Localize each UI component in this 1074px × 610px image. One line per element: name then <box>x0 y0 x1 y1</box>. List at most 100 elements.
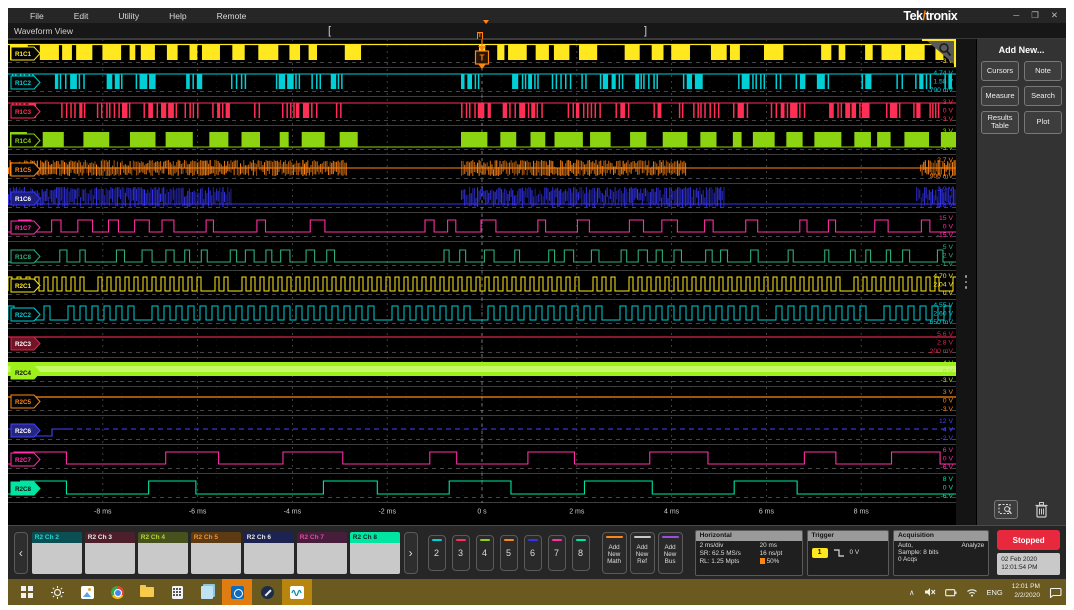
channel-button-5[interactable]: 5 <box>500 535 518 571</box>
close-button[interactable]: ✕ <box>1051 10 1058 21</box>
channel-button-label: 2 <box>434 548 439 558</box>
add-new-sidebar: Add New... CursorsNoteMeasureSearchResul… <box>976 39 1066 525</box>
add-new-plot-button[interactable]: Plot <box>1024 111 1062 134</box>
time-label: 12:01:54 PM <box>1001 564 1060 572</box>
chrome-icon[interactable] <box>102 579 132 605</box>
photos-app-icon[interactable] <box>72 579 102 605</box>
outlook-icon[interactable] <box>222 579 252 605</box>
channel-tab[interactable]: R2 Ch 5 <box>191 532 241 574</box>
add-new-measure-button[interactable]: Measure <box>981 86 1019 106</box>
channel-badge-R2C3[interactable]: R2C3 <box>11 337 40 350</box>
horizontal-panel[interactable]: Horizontal 2 ms/div20 msSR: 62.5 MS/s16 … <box>695 530 803 576</box>
svg-text:R1C3: R1C3 <box>15 109 32 116</box>
add-new-cursors-button[interactable]: Cursors <box>981 61 1019 81</box>
channel-badge-R1C8[interactable]: R1C8 <box>11 250 40 263</box>
add-new-ref-button[interactable]: Add New Ref <box>630 532 655 574</box>
channel-button-7[interactable]: 7 <box>548 535 566 571</box>
action-center-icon[interactable] <box>1049 587 1062 598</box>
scale-label: 4 V <box>943 360 954 367</box>
restore-button[interactable]: ❐ <box>1031 10 1039 21</box>
zoom-select-button[interactable] <box>994 500 1018 519</box>
channel-button-8[interactable]: 8 <box>572 535 590 571</box>
trigger-panel[interactable]: Trigger 1 0 V <box>807 530 889 576</box>
channel-button-6[interactable]: 6 <box>524 535 542 571</box>
channel-tab[interactable]: R2 Ch 4 <box>138 532 188 574</box>
network-icon[interactable] <box>966 587 978 597</box>
channel-badge-R1C2[interactable]: R1C2 <box>11 76 40 89</box>
channel-button-3[interactable]: 3 <box>452 535 470 571</box>
menu-item-file[interactable]: File <box>30 11 44 21</box>
add-new-results-table-button[interactable]: Results Table <box>981 111 1019 134</box>
menu-item-help[interactable]: Help <box>169 11 186 21</box>
channel-tab[interactable]: R2 Ch 8 <box>350 532 400 574</box>
channel-tab[interactable]: R2 Ch 3 <box>85 532 135 574</box>
time-axis-label: -8 ms <box>94 509 112 516</box>
channel-tab-label: R2 Ch 6 <box>244 532 294 543</box>
channel-badge-R1C5[interactable]: R1C5 <box>11 163 40 176</box>
acquisition-panel[interactable]: Acquisition Auto, Analyze Sample: 8 bits… <box>893 530 989 576</box>
menu-item-remote[interactable]: Remote <box>217 11 247 21</box>
add-new-search-button[interactable]: Search <box>1024 86 1062 106</box>
scale-label: 0 V <box>943 456 954 463</box>
channel-badge-R2C8[interactable]: R2C8 <box>11 482 40 495</box>
run-state-column: Stopped 02 Feb 2020 12:01:54 PM <box>997 530 1060 575</box>
svg-text:R1C8: R1C8 <box>15 254 32 261</box>
pen-app-icon[interactable] <box>252 579 282 605</box>
right-expansion-bracket[interactable]: ] <box>644 25 647 37</box>
file-explorer-icon[interactable] <box>132 579 162 605</box>
waveform-plot: R1C1-3 VR1C24.74 V1.58 V-790 mVR1C33 V0 … <box>8 39 956 518</box>
start-button[interactable] <box>12 579 42 605</box>
panel-splitter-handle[interactable] <box>956 39 976 525</box>
minimize-button[interactable]: ─ <box>1013 10 1019 21</box>
add-new-bus-button[interactable]: Add New Bus <box>658 532 683 574</box>
calculator-icon[interactable] <box>162 579 192 605</box>
menu-item-utility[interactable]: Utility <box>118 11 139 21</box>
channel-button-4[interactable]: 4 <box>476 535 494 571</box>
sun-icon[interactable] <box>42 579 72 605</box>
waveform-view[interactable]: R1C1-3 VR1C24.74 V1.58 V-790 mVR1C33 V0 … <box>8 39 956 525</box>
scale-label: 3.9 V <box>937 186 953 193</box>
notes-app-icon[interactable] <box>192 579 222 605</box>
channel-badge-R1C6[interactable]: R1C6 <box>11 192 40 205</box>
channel-color-stripe <box>456 539 466 541</box>
channel-badge-R1C4[interactable]: R1C4 <box>11 134 40 147</box>
channel-badge-R2C1[interactable]: R2C1 <box>11 279 40 292</box>
scale-label: -1 V <box>941 261 954 268</box>
channel-tab-body <box>297 543 347 574</box>
add-new-math-button[interactable]: Add New Math <box>602 532 627 574</box>
channel-button-label: 6 <box>530 548 535 558</box>
trash-icon[interactable] <box>1034 501 1049 519</box>
tekscope-app-icon[interactable] <box>282 579 312 605</box>
channel-tab-body <box>244 543 294 574</box>
channel-badge-R2C7[interactable]: R2C7 <box>11 453 40 466</box>
run-stop-button[interactable]: Stopped <box>997 530 1060 550</box>
taskbar-clock[interactable]: 12:01 PM 2/2/2020 <box>1012 583 1040 600</box>
channel-badge-R2C6[interactable]: R2C6 <box>11 424 40 437</box>
channel-badge-R2C2[interactable]: R2C2 <box>11 308 40 321</box>
tray-chevron-icon[interactable]: ∧ <box>909 588 915 597</box>
channel-tab[interactable]: R2 Ch 6 <box>244 532 294 574</box>
channel-tab[interactable]: R2 Ch 2 <box>32 532 82 574</box>
channel-badge-R1C3[interactable]: R1C3 <box>11 105 40 118</box>
channel-tab-label: R2 Ch 2 <box>32 532 82 543</box>
horizontal-value-left: 2 ms/div <box>700 542 760 550</box>
channel-button-2[interactable]: 2 <box>428 535 446 571</box>
scale-label: -3 V <box>941 116 954 123</box>
menu-item-edit[interactable]: Edit <box>74 11 89 21</box>
time-axis-label: -6 ms <box>189 509 207 516</box>
channel-badge-R2C5[interactable]: R2C5 <box>11 395 40 408</box>
add-new-note-button[interactable]: Note <box>1024 61 1062 81</box>
language-indicator[interactable]: ENG <box>987 588 1003 597</box>
left-expansion-bracket[interactable]: [ <box>328 25 331 37</box>
channel-badge-R1C7[interactable]: R1C7 <box>11 221 40 234</box>
battery-icon[interactable] <box>945 588 957 597</box>
speaker-muted-icon[interactable] <box>924 587 936 597</box>
channel-number-buttons: 2 3 45 6 78 <box>428 535 590 571</box>
channel-badge-R2C4[interactable]: R2C4 <box>11 366 40 379</box>
scroll-tabs-left-button[interactable]: ‹ <box>14 532 28 574</box>
channel-badge-R1C1[interactable]: R1C1 <box>11 47 40 60</box>
scroll-tabs-right-button[interactable]: › <box>404 532 418 574</box>
channel-button-label: 3 <box>458 548 463 558</box>
channel-tab[interactable]: R2 Ch 7 <box>297 532 347 574</box>
horizontal-value-right: 50% <box>760 558 798 566</box>
